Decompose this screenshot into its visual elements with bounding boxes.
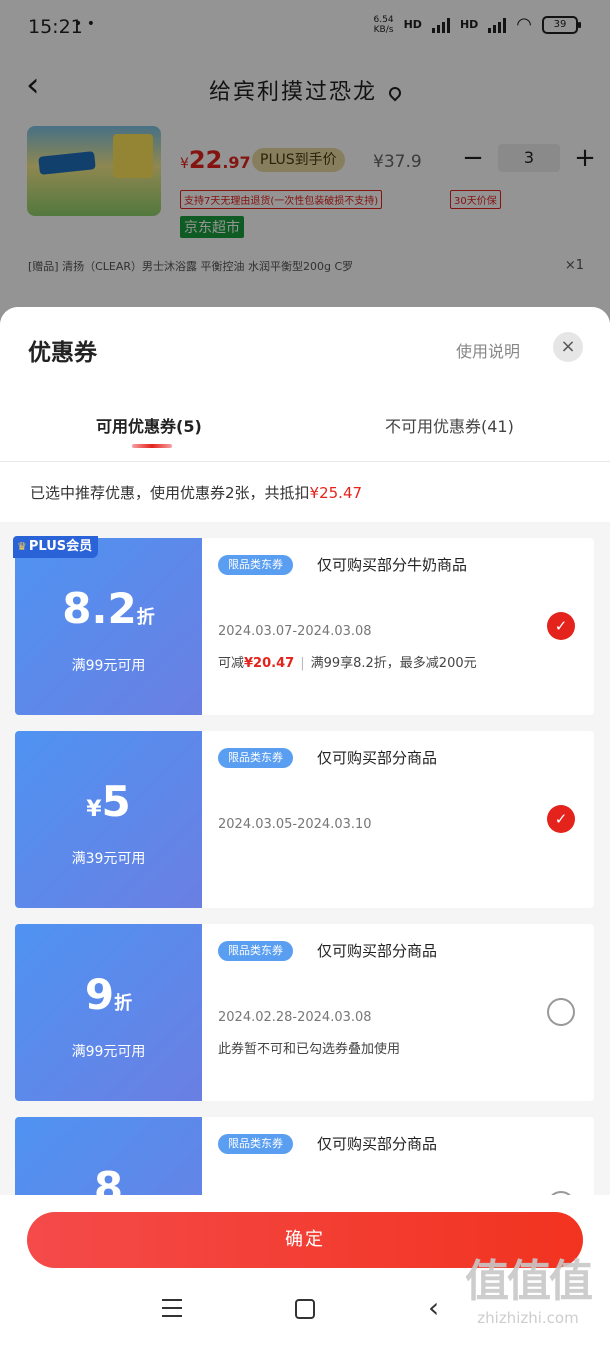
coupon-sheet: 优惠券 使用说明 × 可用优惠券(5) 不可用优惠券(41) 已选中推荐优惠，使… [0,307,610,1356]
coupon-condition: 满99元可用 [71,658,146,674]
selection-summary: 已选中推荐优惠，使用优惠券2张，共抵扣¥25.47 [0,462,610,522]
coupon-scope: 仅可购买部分商品 [317,749,438,767]
coupon-card[interactable]: 9折 满99元可用 限品类东券 仅可购买部分商品 2024.02.28-2024… [11,924,594,1101]
detail-separator: | [300,656,305,671]
tab-unavailable-coupons[interactable]: 不可用优惠券(41) [385,413,514,437]
coupon-card[interactable]: ¥5 满39元可用 限品类东券 仅可购买部分商品 2024.03.05-2024… [11,731,594,908]
coupon-note: 此券暂不可和已勾选券叠加使用 [218,1042,401,1057]
close-button[interactable]: × [553,332,583,362]
coupon-scope: 仅可购买部分牛奶商品 [317,556,468,574]
coupon-value-unit: 折 [114,993,133,1014]
active-tab-indicator [132,444,172,448]
summary-text: 已选中推荐优惠，使用优惠券2张，共抵扣 [30,484,310,502]
plus-badge-label: PLUS会员 [28,539,93,554]
coupon-scope: 仅可购买部分商品 [317,942,438,960]
watermark-logo: 值值值 zhizhizhi.com [458,1255,598,1345]
coupon-scope: 仅可购买部分商品 [317,1135,438,1153]
watermark-url: zhizhizhi.com [477,1309,579,1327]
dim-overlay[interactable] [0,0,610,330]
bottom-bar: 确定 ‹ 值值值 zhizhizhi.com [0,1195,610,1356]
coupon-value-number: 5 [101,777,131,826]
coupon-type-tag: 限品类东券 [218,555,293,575]
coupon-condition: 满99元可用 [71,1044,146,1060]
coupon-value-panel: ¥5 满39元可用 [11,731,202,908]
coupon-rule: 满99享8.2折，最多减200元 [310,656,477,671]
summary-amount: ¥25.47 [309,484,363,502]
coupon-condition: 满39元可用 [71,851,146,867]
home-icon[interactable] [295,1299,315,1319]
coupon-checkbox-unchecked[interactable] [547,998,575,1026]
coupon-save-label: 可减 [218,656,245,671]
coupon-type-tag: 限品类东券 [218,1134,293,1154]
plus-member-badge: ♛ PLUS会员 [13,536,99,558]
coupon-value-unit: 折 [136,607,155,628]
coupon-detail: 可减¥20.47 | 满99享8.2折，最多减200元 [218,652,477,671]
recent-apps-icon[interactable] [162,1299,182,1323]
coupon-value-panel: 9折 满99元可用 [11,924,202,1101]
order-page-background: 15:21 • • 6.54 KB/s HD HD ◠ 39 ‹ 给宾利摸过恐龙… [0,0,610,330]
coupon-value: 8.2折 [15,584,202,643]
coupon-date: 2024.03.05-2024.03.10 [218,817,372,832]
coupon-list: 8.2折 满99元可用 ♛ PLUS会员 限品类东券 仅可购买部分牛奶商品 202… [0,522,610,1222]
coupon-value: 9折 [15,970,202,1029]
coupon-checkbox-checked[interactable]: ✓ [547,612,575,640]
coupon-type-tag: 限品类东券 [218,941,293,961]
coupon-date: 2024.02.28-2024.03.08 [218,1010,372,1025]
coupon-value: ¥5 [15,777,202,835]
coupon-checkbox-checked[interactable]: ✓ [547,805,575,833]
coupon-value-number: 8.2 [62,584,137,633]
crown-icon: ♛ [17,540,27,553]
system-back-icon[interactable]: ‹ [428,1291,439,1324]
sheet-title: 优惠券 [28,340,97,366]
tab-available-coupons[interactable]: 可用优惠券(5) [96,413,202,437]
coupon-date: 2024.03.07-2024.03.08 [218,624,372,639]
coupon-value-number: 9 [84,970,115,1019]
watermark-text: 值值值 [465,1256,593,1307]
coupon-card[interactable]: 8.2折 满99元可用 ♛ PLUS会员 限品类东券 仅可购买部分牛奶商品 202… [11,536,594,715]
coupon-type-tag: 限品类东券 [218,748,293,768]
coupon-value-panel: 8.2折 满99元可用 [11,538,202,715]
coupon-currency: ¥ [86,797,102,822]
usage-help-link[interactable]: 使用说明 [456,338,520,362]
coupon-save-amount: ¥20.47 [244,656,295,671]
sheet-header: 优惠券 使用说明 × 可用优惠券(5) 不可用优惠券(41) [0,307,610,462]
